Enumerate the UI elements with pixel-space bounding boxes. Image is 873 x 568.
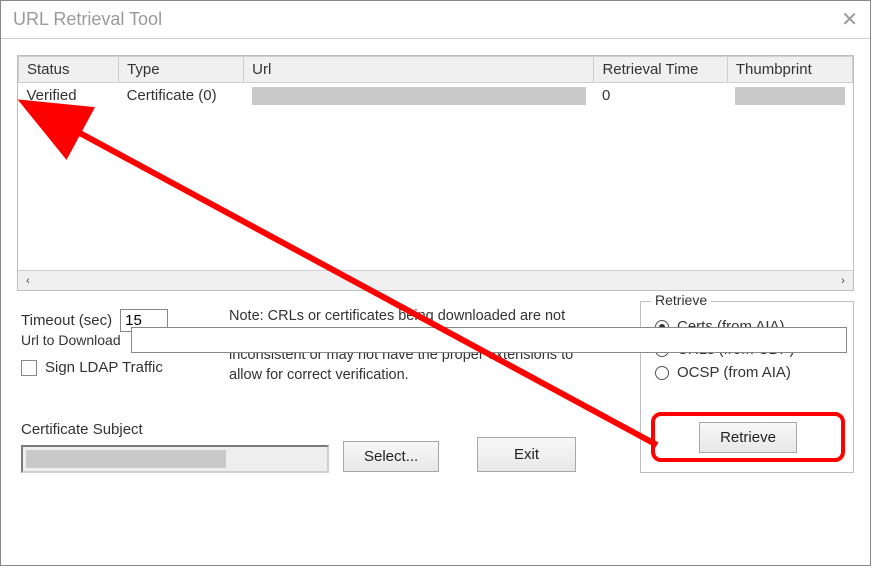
titlebar: URL Retrieval Tool ✕ bbox=[1, 1, 870, 39]
column-thumbprint[interactable]: Thumbprint bbox=[727, 57, 852, 83]
status-verified-cell: Verified bbox=[19, 83, 119, 114]
scroll-right-icon[interactable]: › bbox=[833, 272, 853, 290]
window-title: URL Retrieval Tool bbox=[13, 9, 162, 30]
sign-ldap-checkbox[interactable] bbox=[21, 360, 37, 376]
sign-ldap-label: Sign LDAP Traffic bbox=[45, 359, 163, 376]
column-type[interactable]: Type bbox=[119, 57, 244, 83]
cell-thumbprint bbox=[727, 83, 852, 114]
results-table[interactable]: Status Type Url Retrieval Time Thumbprin… bbox=[18, 56, 853, 113]
retrieve-legend: Retrieve bbox=[651, 292, 711, 308]
radio-icon bbox=[655, 366, 669, 380]
content-area: Status Type Url Retrieval Time Thumbprin… bbox=[1, 39, 870, 325]
window-frame: URL Retrieval Tool ✕ Status Type Url Re bbox=[0, 0, 871, 566]
column-status[interactable]: Status bbox=[19, 57, 119, 83]
cell-type: Certificate (0) bbox=[119, 83, 244, 114]
radio-label: OCSP (from AIA) bbox=[677, 364, 791, 381]
cell-retrieval-time: 0 bbox=[594, 83, 727, 114]
column-url[interactable]: Url bbox=[244, 57, 594, 83]
url-download-label: Url to Download bbox=[21, 332, 121, 348]
results-table-body: Status Type Url Retrieval Time Thumbprin… bbox=[18, 56, 853, 270]
select-button[interactable]: Select... bbox=[343, 441, 439, 472]
redacted-thumbprint bbox=[735, 87, 844, 105]
horizontal-scrollbar[interactable]: ‹ › bbox=[18, 270, 853, 290]
radio-ocsp-aia[interactable]: OCSP (from AIA) bbox=[655, 364, 839, 381]
cell-url bbox=[244, 83, 594, 114]
url-download-input[interactable] bbox=[131, 327, 847, 353]
url-download-row: Url to Download bbox=[21, 327, 847, 353]
redacted-cert-subject bbox=[26, 450, 226, 468]
column-retrieval-time[interactable]: Retrieval Time bbox=[594, 57, 727, 83]
cert-subject-label: Certificate Subject bbox=[21, 421, 143, 438]
close-icon[interactable]: ✕ bbox=[841, 7, 858, 32]
sign-ldap-row: Sign LDAP Traffic bbox=[21, 359, 163, 376]
scroll-left-icon[interactable]: ‹ bbox=[18, 272, 38, 290]
results-table-container: Status Type Url Retrieval Time Thumbprin… bbox=[17, 55, 854, 291]
table-row[interactable]: Verified Certificate (0) 0 bbox=[19, 83, 853, 114]
exit-button[interactable]: Exit bbox=[477, 437, 576, 472]
retrieve-button-highlight: Retrieve bbox=[651, 412, 845, 462]
retrieve-button[interactable]: Retrieve bbox=[699, 422, 797, 453]
redacted-url bbox=[252, 87, 586, 105]
cert-subject-input[interactable] bbox=[21, 445, 329, 473]
scroll-track[interactable] bbox=[38, 271, 833, 290]
